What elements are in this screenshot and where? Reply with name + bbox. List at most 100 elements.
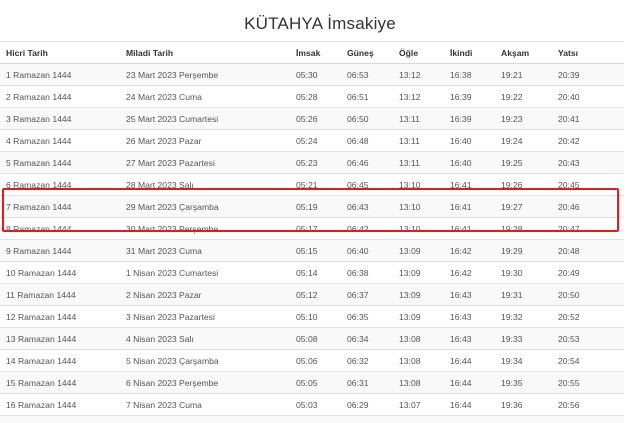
cell-hicri-tarih: 12 Ramazan 1444	[0, 305, 120, 328]
cell-yatsi: 20:42	[552, 129, 624, 152]
cell-yatsi: 20:48	[552, 239, 624, 262]
cell-aksam: 19:31	[495, 283, 552, 306]
header-imsak: İmsak	[290, 41, 341, 64]
cell-miladi-tarih: 4 Nisan 2023 Salı	[120, 327, 290, 350]
cell-ikindi: 16:41	[444, 173, 495, 196]
cell-miladi-tarih: 27 Mart 2023 Pazartesi	[120, 151, 290, 174]
cell-gunes: 06:43	[341, 195, 393, 218]
cell-aksam: 19:33	[495, 327, 552, 350]
cell-aksam: 19:27	[495, 195, 552, 218]
cell-yatsi: 20:53	[552, 327, 624, 350]
table-row: 16 Ramazan 1444 7 Nisan 2023 Cuma 05:03 06:…	[0, 393, 624, 416]
cell-hicri-tarih: 6 Ramazan 1444	[0, 173, 120, 196]
cell-ikindi: 16:43	[444, 305, 495, 328]
cell-ogle: 13:08	[393, 371, 444, 394]
cell-ogle: 13:09	[393, 261, 444, 284]
cell-ikindi: 16:42	[444, 261, 495, 284]
cell-yatsi: 20:58	[552, 415, 624, 423]
cell-ogle: 13:11	[393, 107, 444, 130]
table-row: 6 Ramazan 1444 28 Mart 2023 Salı 05:21 06:4…	[0, 173, 624, 196]
cell-ogle: 13:08	[393, 349, 444, 372]
cell-miladi-tarih: 1 Nisan 2023 Cumartesi	[120, 261, 290, 284]
cell-aksam: 19:37	[495, 415, 552, 423]
table-row: 7 Ramazan 1444 29 Mart 2023 Çarşamba 05:19…	[0, 195, 624, 218]
cell-hicri-tarih: 13 Ramazan 1444	[0, 327, 120, 350]
cell-ikindi: 16:42	[444, 239, 495, 262]
cell-ogle: 13:11	[393, 129, 444, 152]
cell-gunes: 06:37	[341, 283, 393, 306]
cell-imsak: 05:23	[290, 151, 341, 174]
cell-ikindi: 16:40	[444, 129, 495, 152]
table-row: 8 Ramazan 1444 30 Mart 2023 Perşembe 05:17…	[0, 217, 624, 240]
cell-ogle: 13:10	[393, 195, 444, 218]
cell-aksam: 19:29	[495, 239, 552, 262]
cell-yatsi: 20:45	[552, 173, 624, 196]
header-miladi-tarih: Miladi Tarih	[120, 41, 290, 64]
cell-aksam: 19:34	[495, 349, 552, 372]
cell-ikindi: 16:45	[444, 415, 495, 423]
cell-gunes: 06:46	[341, 151, 393, 174]
cell-ikindi: 16:43	[444, 327, 495, 350]
header-ikindi: İkindi	[444, 41, 495, 64]
cell-imsak: 05:17	[290, 217, 341, 240]
cell-yatsi: 20:52	[552, 305, 624, 328]
cell-yatsi: 20:54	[552, 349, 624, 372]
cell-ogle: 13:12	[393, 63, 444, 86]
table-row: 2 Ramazan 1444 24 Mart 2023 Cuma 05:28 06:5…	[0, 85, 624, 108]
cell-hicri-tarih: 11 Ramazan 1444	[0, 283, 120, 306]
table-row: 15 Ramazan 1444 6 Nisan 2023 Perşembe 05:0…	[0, 371, 624, 394]
cell-yatsi: 20:47	[552, 217, 624, 240]
cell-aksam: 19:35	[495, 371, 552, 394]
cell-miladi-tarih: 30 Mart 2023 Perşembe	[120, 217, 290, 240]
table-header: Hicri Tarih Miladi Tarih İmsak Güneş Öğl…	[0, 41, 624, 64]
cell-miladi-tarih: 25 Mart 2023 Cumartesi	[120, 107, 290, 130]
table-body: 1 Ramazan 1444 23 Mart 2023 Perşembe 05:30…	[0, 63, 624, 423]
cell-miladi-tarih: 28 Mart 2023 Salı	[120, 173, 290, 196]
cell-ogle: 13:10	[393, 217, 444, 240]
cell-miladi-tarih: 6 Nisan 2023 Perşembe	[120, 371, 290, 394]
cell-aksam: 19:26	[495, 173, 552, 196]
cell-imsak: 05:05	[290, 371, 341, 394]
table-row: 10 Ramazan 1444 1 Nisan 2023 Cumartesi 05:…	[0, 261, 624, 284]
cell-miladi-tarih: 29 Mart 2023 Çarşamba	[120, 195, 290, 218]
header-yatsi: Yatsı	[552, 41, 624, 64]
cell-hicri-tarih: 5 Ramazan 1444	[0, 151, 120, 174]
header-hicri-tarih: Hicri Tarih	[0, 41, 120, 64]
table-row: 4 Ramazan 1444 26 Mart 2023 Pazar 05:24 06:…	[0, 129, 624, 152]
cell-ikindi: 16:44	[444, 371, 495, 394]
cell-hicri-tarih: 10 Ramazan 1444	[0, 261, 120, 284]
cell-miladi-tarih: 7 Nisan 2023 Cuma	[120, 393, 290, 416]
cell-aksam: 19:36	[495, 393, 552, 416]
cell-ikindi: 16:40	[444, 151, 495, 174]
table-row: 5 Ramazan 1444 27 Mart 2023 Pazartesi 05:2…	[0, 151, 624, 174]
cell-ikindi: 16:44	[444, 349, 495, 372]
cell-gunes: 06:34	[341, 327, 393, 350]
cell-aksam: 19:25	[495, 151, 552, 174]
header-ogle: Öğle	[393, 41, 444, 64]
cell-imsak: 05:30	[290, 63, 341, 86]
cell-ogle: 13:12	[393, 85, 444, 108]
cell-miladi-tarih: 5 Nisan 2023 Çarşamba	[120, 349, 290, 372]
cell-hicri-tarih: 9 Ramazan 1444	[0, 239, 120, 262]
imsakiye-page: KÜTAHYA İmsakiye Hicri Tarih Miladi Tari…	[0, 0, 640, 423]
cell-yatsi: 20:41	[552, 107, 624, 130]
cell-gunes: 06:38	[341, 261, 393, 284]
cell-imsak: 05:06	[290, 349, 341, 372]
cell-gunes: 06:28	[341, 415, 393, 423]
imsakiye-table: Hicri Tarih Miladi Tarih İmsak Güneş Öğl…	[0, 41, 624, 423]
cell-hicri-tarih: 7 Ramazan 1444	[0, 195, 120, 218]
cell-gunes: 06:50	[341, 107, 393, 130]
cell-aksam: 19:21	[495, 63, 552, 86]
cell-ogle: 13:09	[393, 283, 444, 306]
cell-gunes: 06:48	[341, 129, 393, 152]
cell-gunes: 06:45	[341, 173, 393, 196]
page-title: KÜTAHYA İmsakiye	[244, 14, 396, 33]
cell-imsak: 05:15	[290, 239, 341, 262]
cell-aksam: 19:24	[495, 129, 552, 152]
cell-imsak: 05:14	[290, 261, 341, 284]
cell-gunes: 06:29	[341, 393, 393, 416]
cell-gunes: 06:51	[341, 85, 393, 108]
cell-miladi-tarih: 2 Nisan 2023 Pazar	[120, 283, 290, 306]
cell-yatsi: 20:43	[552, 151, 624, 174]
cell-yatsi: 20:56	[552, 393, 624, 416]
